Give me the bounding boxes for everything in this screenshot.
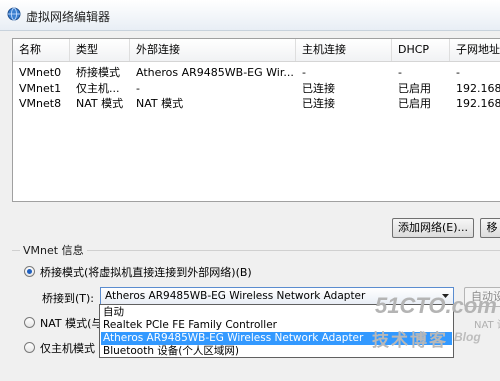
column-header-host[interactable]: 主机连接	[296, 39, 392, 61]
table-cell: 已启用	[398, 82, 431, 95]
host-only-label[interactable]: 仅主机模式	[40, 340, 95, 356]
table-cell: 192.168.29	[456, 82, 500, 95]
watermark-blog: Blog	[454, 330, 481, 344]
table-cell: Atheros AR9485WB-EG Wir...	[136, 66, 294, 79]
nat-mode-radio[interactable]	[24, 317, 35, 328]
table-cell: VMnet0	[19, 66, 62, 79]
column-header-type[interactable]: 类型	[70, 39, 130, 61]
table-cell: 192.168.20	[456, 97, 500, 110]
table-header: 名称 类型 外部连接 主机连接 DHCP 子网地址	[13, 39, 500, 62]
table-cell: VMnet1	[19, 82, 62, 95]
bridge-mode-radio[interactable]	[24, 266, 35, 277]
host-only-radio[interactable]	[24, 342, 35, 353]
table-cell: NAT 模式	[76, 97, 124, 110]
remove-network-button[interactable]: 移	[480, 218, 500, 238]
table-row[interactable]: VMnet8 NAT 模式 NAT 模式 已连接 已启用 192.168.20	[13, 97, 500, 111]
add-network-button[interactable]: 添加网络(E)...	[392, 218, 474, 238]
network-table[interactable]: 名称 类型 外部连接 主机连接 DHCP 子网地址 VMnet0 桥接模式 At…	[12, 38, 500, 202]
table-cell: VMnet8	[19, 97, 62, 110]
table-cell: -	[456, 66, 460, 79]
bridge-mode-label[interactable]: 桥接模式(将虚拟机直接连接到外部网络)(B)	[40, 264, 252, 280]
table-cell: -	[136, 82, 140, 95]
network-globe-icon	[7, 7, 21, 21]
watermark-subtitle: 技术博客	[372, 331, 448, 350]
table-row[interactable]: VMnet1 仅主机... - 已连接 已启用 192.168.29	[13, 82, 500, 96]
column-header-name[interactable]: 名称	[13, 39, 70, 61]
table-cell: -	[398, 66, 402, 79]
table-cell: 已连接	[302, 97, 335, 110]
title-bar: 虚拟网络编辑器	[0, 0, 500, 31]
table-cell: NAT 模式	[136, 97, 184, 110]
watermark-logo: 51CTO.com	[375, 293, 497, 318]
table-cell: 已连接	[302, 82, 335, 95]
table-row[interactable]: VMnet0 桥接模式 Atheros AR9485WB-EG Wir... -…	[13, 66, 500, 80]
column-header-external[interactable]: 外部连接	[130, 39, 296, 61]
table-cell: -	[302, 66, 306, 79]
column-header-subnet[interactable]: 子网地址	[450, 39, 500, 61]
column-header-dhcp[interactable]: DHCP	[392, 39, 450, 61]
table-cell: 桥接模式	[76, 66, 120, 79]
table-cell: 仅主机...	[76, 82, 120, 95]
vmnet-info-title: VMnet 信息	[20, 242, 87, 258]
nat-mode-label[interactable]: NAT 模式(与	[40, 315, 102, 331]
table-cell: 已启用	[398, 97, 431, 110]
window-title: 虚拟网络编辑器	[26, 10, 111, 24]
bridge-to-label: 桥接到(T):	[42, 292, 95, 305]
bridge-adapter-value: Atheros AR9485WB-EG Wireless Network Ada…	[105, 290, 366, 302]
